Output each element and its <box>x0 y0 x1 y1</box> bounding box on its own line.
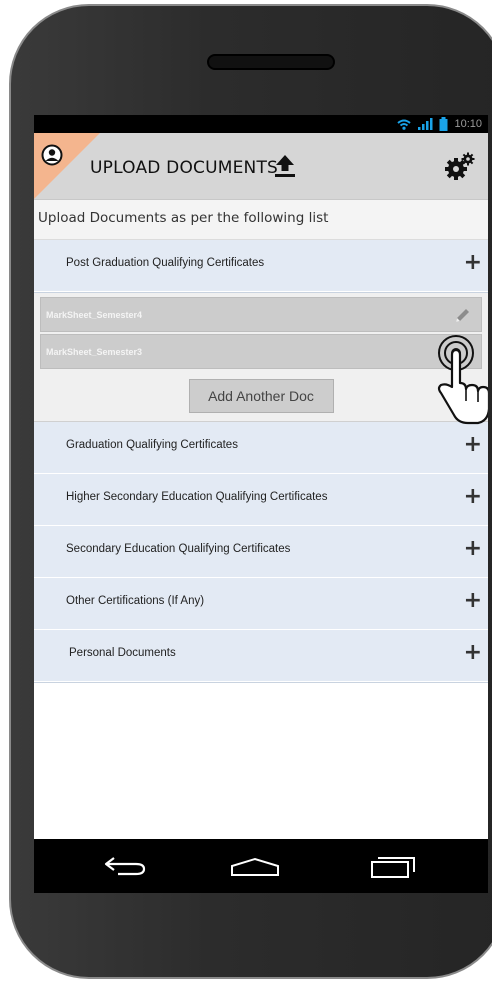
tap-gesture-icon <box>437 335 488 425</box>
pencil-icon[interactable] <box>453 307 471 325</box>
section-label: Secondary Education Qualifying Certifica… <box>66 543 291 555</box>
upload-icon[interactable] <box>273 153 297 179</box>
status-time: 10:10 <box>454 118 482 130</box>
back-icon[interactable] <box>104 855 148 877</box>
instruction-text: Upload Documents as per the following li… <box>34 200 488 240</box>
section-label: Higher Secondary Education Qualifying Ce… <box>66 491 328 503</box>
phone-speaker <box>207 54 335 70</box>
document-name: MarkSheet_Semester3 <box>46 347 143 357</box>
battery-icon <box>439 117 448 131</box>
section-label: Other Certifications (If Any) <box>66 595 205 607</box>
document-section-list: Post Graduation Qualifying Certificates … <box>34 240 488 682</box>
plus-icon[interactable]: + <box>464 642 482 664</box>
status-bar: 10:10 <box>34 115 488 133</box>
home-icon[interactable] <box>230 857 280 877</box>
section-personal-documents[interactable]: Personal Documents + <box>34 630 488 682</box>
section-label: Post Graduation Qualifying Certificates <box>66 257 265 269</box>
recent-apps-icon[interactable] <box>370 855 416 879</box>
app-bar: UPLOAD DOCUMENTS <box>34 133 488 200</box>
plus-icon[interactable]: + <box>464 486 482 508</box>
section-label: Personal Documents <box>69 647 176 659</box>
navigation-bar <box>34 839 488 893</box>
status-icons: 10:10 <box>397 117 482 131</box>
plus-icon[interactable]: + <box>464 538 482 560</box>
app-screen: 10:10 UPLOAD DOCUMENTS Upload Documents … <box>34 115 488 839</box>
section-label: Graduation Qualifying Certificates <box>66 439 238 451</box>
expanded-documents: MarkSheet_Semester4 MarkSheet_Semester3 … <box>34 292 488 422</box>
document-name: MarkSheet_Semester4 <box>46 310 143 320</box>
plus-icon[interactable]: + <box>464 590 482 612</box>
section-post-graduation[interactable]: Post Graduation Qualifying Certificates … <box>34 240 488 292</box>
wifi-icon <box>397 119 412 130</box>
plus-icon[interactable]: + <box>464 434 482 456</box>
section-secondary[interactable]: Secondary Education Qualifying Certifica… <box>34 526 488 578</box>
settings-icon[interactable] <box>444 151 476 181</box>
section-higher-secondary[interactable]: Higher Secondary Education Qualifying Ce… <box>34 474 488 526</box>
document-row[interactable]: MarkSheet_Semester3 <box>40 334 482 369</box>
add-button-wrap: Add Another Doc <box>40 379 482 413</box>
avatar-icon[interactable] <box>41 144 63 166</box>
add-another-doc-button[interactable]: Add Another Doc <box>188 379 334 413</box>
signal-icon <box>418 118 433 130</box>
page-title: UPLOAD DOCUMENTS <box>90 158 279 178</box>
section-graduation[interactable]: Graduation Qualifying Certificates + <box>34 422 488 474</box>
plus-icon[interactable]: + <box>464 252 482 274</box>
section-other-certifications[interactable]: Other Certifications (If Any) + <box>34 578 488 630</box>
document-row[interactable]: MarkSheet_Semester4 <box>40 297 482 332</box>
